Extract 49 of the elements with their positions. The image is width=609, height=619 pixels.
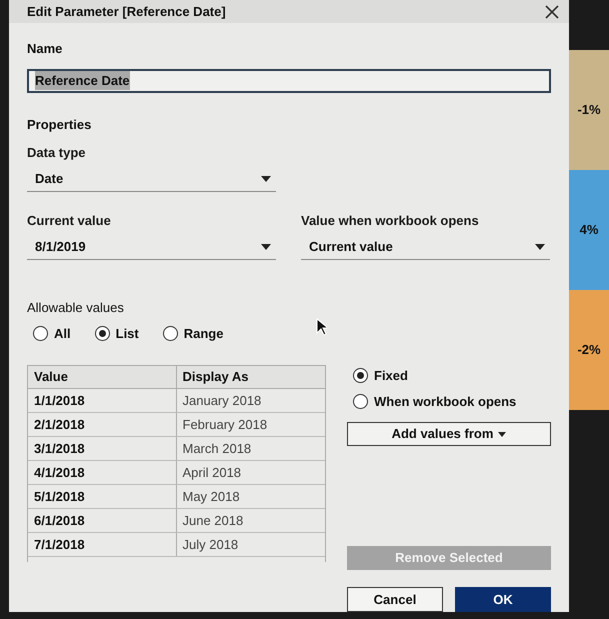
mouse-cursor-icon	[316, 318, 327, 335]
radio-button[interactable]	[94, 326, 110, 341]
table-cell: 4/1/2018	[28, 461, 176, 484]
radio-option[interactable]: When workbook opens	[353, 392, 551, 411]
cancel-button[interactable]: Cancel	[347, 587, 443, 612]
dropdown-caret-icon	[498, 432, 506, 436]
table-cell: 5/1/2018	[28, 485, 176, 508]
radio-option[interactable]: All	[33, 324, 71, 343]
radio-option[interactable]: Range	[162, 324, 224, 343]
table-cell-text: February 2018	[182, 416, 268, 434]
radio-button[interactable]	[353, 394, 368, 409]
close-icon[interactable]	[545, 4, 559, 18]
radio-option[interactable]: Fixed	[353, 366, 551, 386]
field-label: Name	[27, 40, 64, 58]
table-cell: 2/1/2018	[28, 413, 176, 436]
table-cell: 1/1/2018	[28, 389, 176, 412]
field-label: Current value	[27, 212, 112, 230]
percent-label: -2%	[577, 341, 601, 360]
dropdown[interactable]: Current value	[301, 235, 550, 260]
percent-label: 4%	[580, 221, 598, 240]
column-header[interactable]: Display As	[176, 366, 325, 388]
column-header[interactable]: Value	[28, 366, 176, 388]
radio-button[interactable]	[33, 326, 48, 341]
section-heading: Properties	[27, 116, 92, 134]
table-cell-text: July 2018	[182, 536, 240, 554]
table-cell: 6/1/2018	[28, 509, 176, 532]
add-values-button[interactable]: Add values from	[347, 422, 551, 446]
radio-button[interactable]	[353, 368, 368, 384]
dropdown-caret-icon	[261, 244, 271, 250]
radio-option[interactable]: List	[94, 324, 139, 343]
percent-label: -1%	[577, 101, 601, 120]
field-label: Data type	[27, 144, 87, 162]
dropdown[interactable]: 8/1/2019	[27, 235, 276, 260]
field-label: Allowable values	[27, 299, 125, 317]
table-cell-text: April 2018	[182, 464, 242, 482]
table-cell: 3/1/2018	[28, 437, 176, 460]
name-field[interactable]: Reference Date	[27, 68, 551, 92]
window-title: Edit Parameter [Reference Date]	[27, 2, 226, 21]
table-cell: 7/1/2018	[28, 533, 176, 556]
field-label: Value when workbook opens	[301, 212, 480, 230]
table-cell-text: March 2018	[182, 440, 252, 458]
dropdown-caret-icon	[535, 244, 545, 250]
table-cell-text: June 2018	[182, 512, 244, 530]
radio-button[interactable]	[162, 326, 178, 341]
dropdown[interactable]: Date	[27, 167, 276, 192]
ok-button[interactable]: OK	[455, 587, 551, 612]
table-cell-text: May 2018	[182, 488, 241, 506]
table-cell-text: January 2018	[182, 392, 262, 410]
dropdown-caret-icon	[261, 176, 271, 182]
